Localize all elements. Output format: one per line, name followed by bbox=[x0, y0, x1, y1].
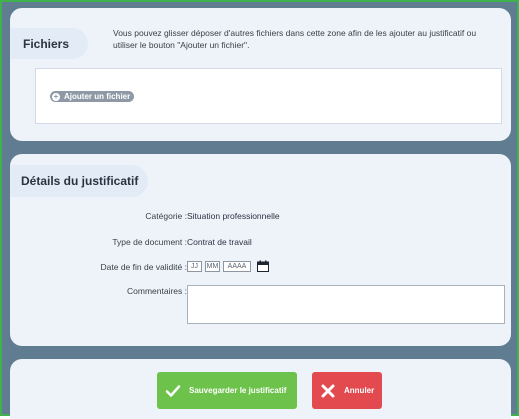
validity-date-label: Date de fin de validité : bbox=[100, 262, 187, 272]
file-drop-zone[interactable]: + Ajouter un fichier bbox=[35, 68, 502, 124]
files-info-text: Vous pouvez glisser déposer d'autres fic… bbox=[113, 28, 477, 50]
save-button[interactable]: Sauvegarder le justificatif bbox=[157, 372, 297, 409]
document-type-value: Contrat de travail bbox=[187, 237, 252, 247]
document-type-label: Type de document : bbox=[112, 237, 187, 247]
comments-field[interactable] bbox=[187, 285, 505, 324]
date-month-input[interactable]: MM bbox=[205, 261, 220, 272]
add-file-label: Ajouter un fichier bbox=[64, 92, 131, 101]
files-section-title: Fichiers bbox=[10, 28, 88, 59]
add-file-button[interactable]: + Ajouter un fichier bbox=[50, 91, 135, 102]
save-button-label: Sauvegarder le justificatif bbox=[189, 386, 287, 395]
x-icon bbox=[321, 384, 335, 397]
cancel-button[interactable]: Annuler bbox=[312, 372, 382, 409]
details-panel: Détails du justificatif Catégorie : Situ… bbox=[10, 154, 511, 346]
category-label: Catégorie : bbox=[145, 211, 187, 221]
plus-circle-icon: + bbox=[52, 91, 60, 101]
app-frame: Fichiers Vous pouvez glisser déposer d'a… bbox=[0, 0, 519, 419]
details-section-title: Détails du justificatif bbox=[10, 165, 148, 197]
files-panel: Fichiers Vous pouvez glisser déposer d'a… bbox=[10, 8, 511, 141]
comments-label: Commentaires : bbox=[127, 286, 187, 296]
actions-panel: Sauvegarder le justificatif Annuler bbox=[10, 359, 511, 419]
cancel-button-label: Annuler bbox=[344, 386, 375, 395]
category-value: Situation professionnelle bbox=[187, 211, 280, 221]
date-day-input[interactable]: JJ bbox=[187, 261, 202, 272]
date-year-input[interactable]: AAAA bbox=[223, 261, 251, 272]
calendar-icon[interactable] bbox=[257, 260, 269, 272]
checkmark-icon bbox=[165, 384, 181, 397]
